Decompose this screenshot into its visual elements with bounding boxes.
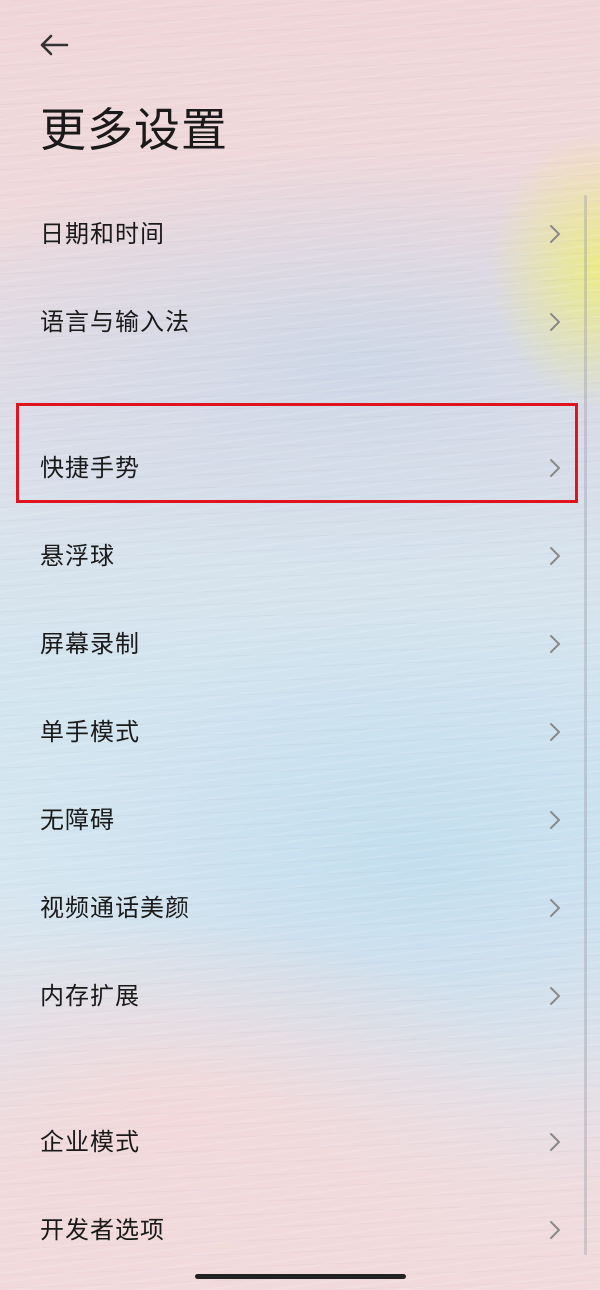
chevron-right-icon xyxy=(550,1221,560,1239)
chevron-right-icon xyxy=(550,811,560,829)
settings-item-label: 快捷手势 xyxy=(40,454,140,482)
scrollbar[interactable] xyxy=(584,195,587,1255)
settings-item-label: 悬浮球 xyxy=(40,542,115,570)
settings-item-label: 语言与输入法 xyxy=(40,308,190,336)
settings-item-accessibility[interactable]: 无障碍 xyxy=(0,776,600,864)
chevron-right-icon xyxy=(550,987,560,1005)
settings-item-label: 日期和时间 xyxy=(40,220,165,248)
settings-item-label: 屏幕录制 xyxy=(40,630,140,658)
chevron-right-icon xyxy=(550,723,560,741)
settings-item-label: 开发者选项 xyxy=(40,1216,165,1244)
settings-item-developer-options[interactable]: 开发者选项 xyxy=(0,1186,600,1274)
settings-item-label: 无障碍 xyxy=(40,806,115,834)
home-indicator[interactable] xyxy=(195,1274,406,1279)
settings-item-one-handed-mode[interactable]: 单手模式 xyxy=(0,688,600,776)
settings-item-label: 内存扩展 xyxy=(40,982,140,1010)
settings-item-enterprise-mode[interactable]: 企业模式 xyxy=(0,1098,600,1186)
settings-item-video-call-beauty[interactable]: 视频通话美颜 xyxy=(0,864,600,952)
settings-list: 日期和时间 语言与输入法 快捷手势 悬浮球 屏幕录制 单手模式 无障碍 视频通话… xyxy=(0,0,600,1290)
settings-item-date-time[interactable]: 日期和时间 xyxy=(0,190,600,278)
settings-item-floating-ball[interactable]: 悬浮球 xyxy=(0,512,600,600)
chevron-right-icon xyxy=(550,899,560,917)
chevron-right-icon xyxy=(550,635,560,653)
settings-item-language-input[interactable]: 语言与输入法 xyxy=(0,278,600,366)
settings-item-label: 视频通话美颜 xyxy=(40,894,190,922)
chevron-right-icon xyxy=(550,225,560,243)
settings-item-memory-extension[interactable]: 内存扩展 xyxy=(0,952,600,1040)
settings-item-quick-gestures[interactable]: 快捷手势 xyxy=(0,424,600,512)
chevron-right-icon xyxy=(550,459,560,477)
settings-item-label: 单手模式 xyxy=(40,718,140,746)
chevron-right-icon xyxy=(550,547,560,565)
settings-item-screen-recording[interactable]: 屏幕录制 xyxy=(0,600,600,688)
chevron-right-icon xyxy=(550,1133,560,1151)
settings-item-label: 企业模式 xyxy=(40,1128,140,1156)
chevron-right-icon xyxy=(550,313,560,331)
